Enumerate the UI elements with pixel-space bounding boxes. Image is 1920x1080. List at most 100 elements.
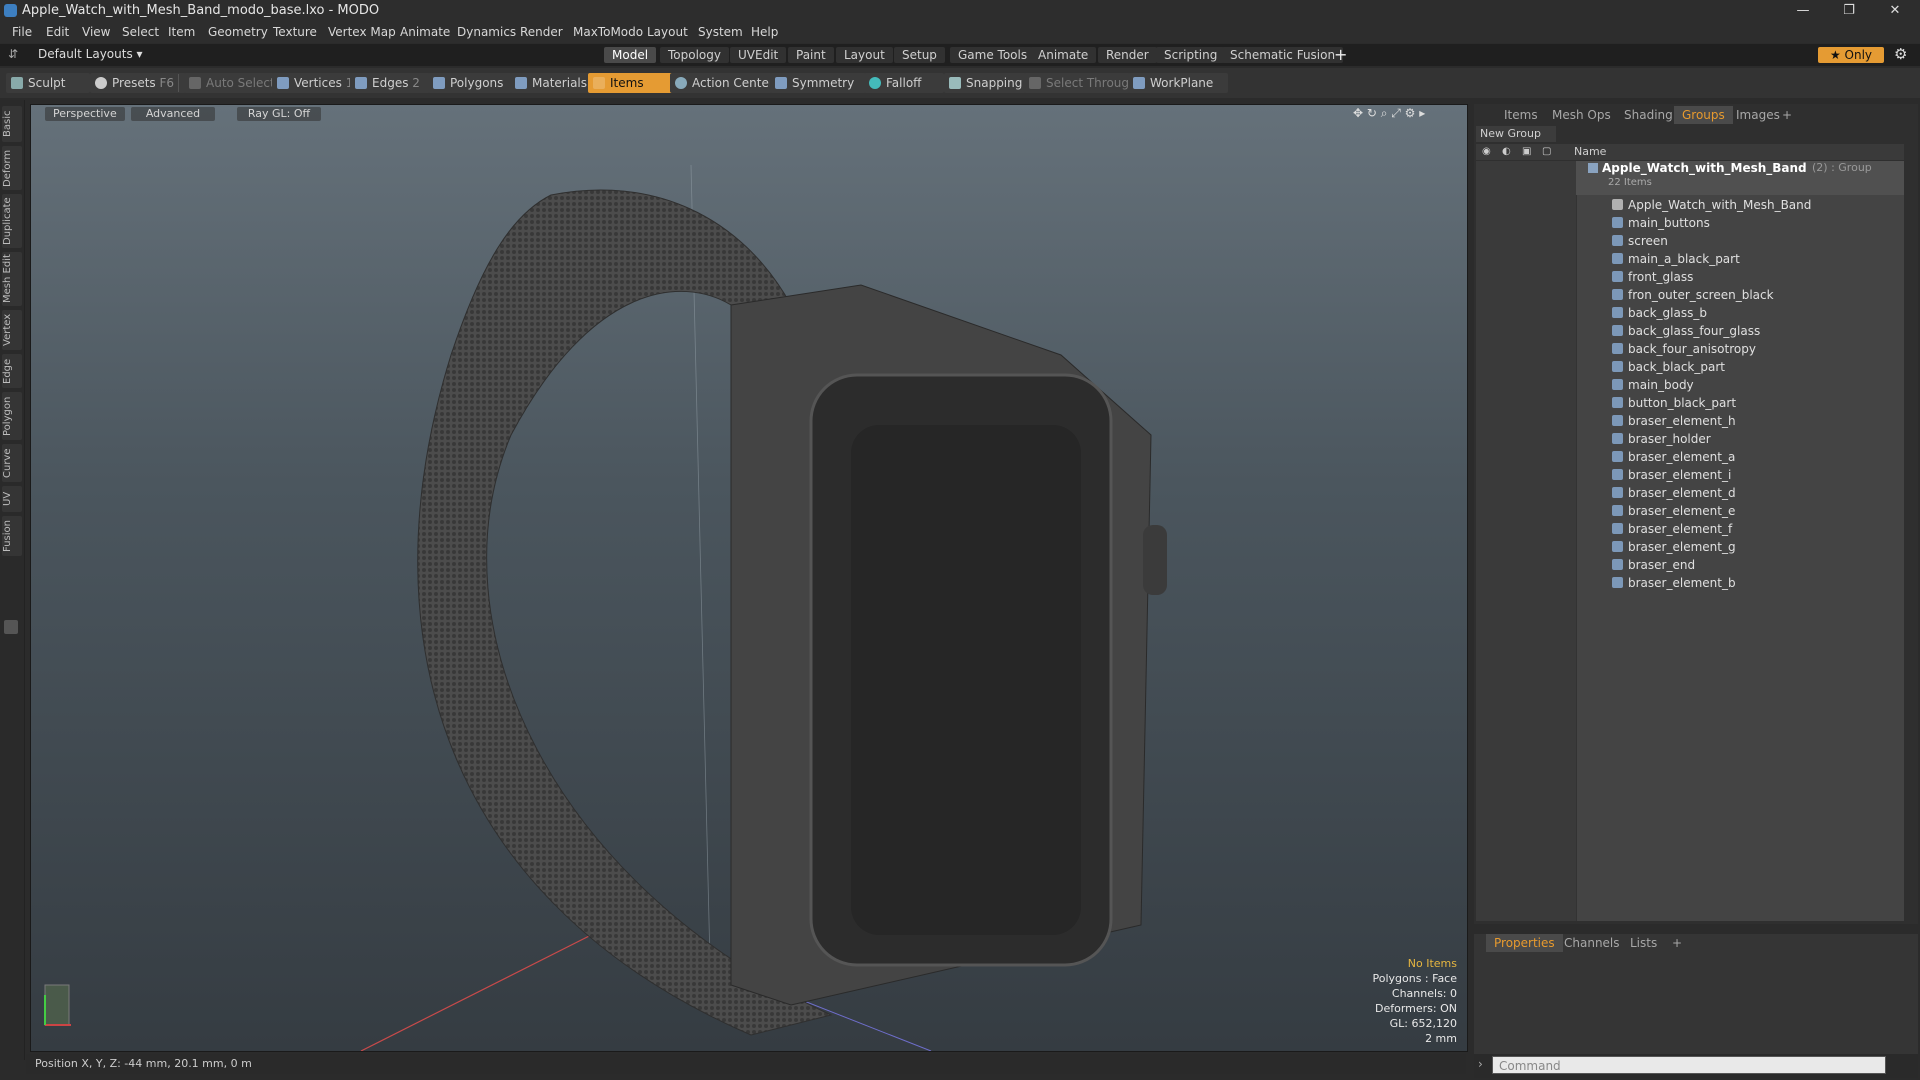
- list-item[interactable]: braser_element_b: [1612, 574, 1736, 592]
- lock-icon[interactable]: ▣: [1522, 146, 1531, 157]
- falloff-button[interactable]: Falloff: [864, 73, 944, 93]
- list-item[interactable]: braser_end: [1612, 556, 1695, 574]
- presets-button[interactable]: Presets F6: [90, 73, 190, 93]
- list-item[interactable]: Apple_Watch_with_Mesh_Band: [1612, 196, 1811, 214]
- menu-render[interactable]: Render: [520, 25, 563, 39]
- list-item[interactable]: back_four_anisotropy: [1612, 340, 1756, 358]
- list-item[interactable]: braser_holder: [1612, 430, 1711, 448]
- list-item[interactable]: braser_element_h: [1612, 412, 1736, 430]
- minimize-button[interactable]: —: [1780, 0, 1826, 22]
- add-tab-button[interactable]: +: [1774, 106, 1800, 124]
- tab-properties[interactable]: Properties: [1486, 934, 1563, 952]
- tab-uvedit[interactable]: UVEdit: [730, 47, 787, 63]
- tab-render[interactable]: Render: [1098, 47, 1157, 63]
- menu-animate[interactable]: Animate: [400, 25, 450, 39]
- tab-polygon[interactable]: Polygon: [2, 392, 22, 440]
- menu-view[interactable]: View: [82, 25, 110, 39]
- tab-groups[interactable]: Groups: [1674, 106, 1733, 124]
- close-button[interactable]: ✕: [1872, 0, 1918, 22]
- menu-system[interactable]: System: [698, 25, 743, 39]
- menu-help[interactable]: Help: [751, 25, 778, 39]
- list-item[interactable]: button_black_part: [1612, 394, 1736, 412]
- list-item[interactable]: fron_outer_screen_black: [1612, 286, 1774, 304]
- render-icon[interactable]: ◐: [1502, 146, 1511, 157]
- menu-geometry[interactable]: Geometry: [208, 25, 268, 39]
- menu-dynamics[interactable]: Dynamics: [457, 25, 516, 39]
- tab-animate[interactable]: Animate: [1030, 47, 1097, 63]
- symmetry-button[interactable]: Symmetry: [770, 73, 872, 93]
- list-item[interactable]: braser_element_f: [1612, 520, 1732, 538]
- tab-curve[interactable]: Curve: [2, 444, 22, 482]
- tab-vertex[interactable]: Vertex: [2, 310, 22, 350]
- layout-arrows-icon[interactable]: ⇵: [8, 47, 18, 61]
- tab-shading[interactable]: Shading: [1616, 106, 1681, 124]
- list-item[interactable]: main_body: [1612, 376, 1694, 394]
- list-item[interactable]: braser_element_d: [1612, 484, 1736, 502]
- new-group-button[interactable]: New Group: [1476, 126, 1556, 142]
- visibility-eye-icon[interactable]: ◉: [1482, 146, 1491, 157]
- list-item[interactable]: braser_element_i: [1612, 466, 1731, 484]
- tab-edge[interactable]: Edge: [2, 354, 22, 388]
- group-list[interactable]: Apple_Watch_with_Mesh_Band (2) : Group 2…: [1476, 161, 1904, 921]
- list-item[interactable]: braser_element_g: [1612, 538, 1736, 556]
- command-input[interactable]: Command: [1492, 1056, 1886, 1074]
- tab-deform[interactable]: Deform: [2, 146, 22, 190]
- list-item[interactable]: front_glass: [1612, 268, 1693, 286]
- tab-uv[interactable]: UV: [2, 486, 22, 512]
- tab-basic[interactable]: Basic: [2, 106, 22, 142]
- x-axis-line: [360, 924, 612, 1051]
- menu-texture[interactable]: Texture: [273, 25, 317, 39]
- menu-select[interactable]: Select: [122, 25, 159, 39]
- menu-edit[interactable]: Edit: [46, 25, 69, 39]
- tab-fusion[interactable]: Fusion: [2, 516, 22, 556]
- tab-game-tools[interactable]: Game Tools: [950, 47, 1036, 63]
- list-item[interactable]: main_a_black_part: [1612, 250, 1740, 268]
- tab-mesh-ops[interactable]: Mesh Ops: [1544, 106, 1619, 124]
- tab-setup[interactable]: Setup: [894, 47, 945, 63]
- only-toggle[interactable]: ★ Only: [1818, 47, 1884, 63]
- tab-lists[interactable]: Lists: [1622, 934, 1665, 952]
- restore-button[interactable]: ❐: [1826, 0, 1872, 22]
- 3d-viewport[interactable]: Perspective Advanced Ray GL: Off ✥ ↻ ⌕ ⤢…: [30, 104, 1468, 1052]
- tab-topology[interactable]: Topology: [660, 47, 729, 63]
- falloff-icon: [869, 77, 881, 89]
- tab-channels[interactable]: Channels: [1556, 934, 1628, 952]
- list-item[interactable]: main_buttons: [1612, 214, 1710, 232]
- tab-scripting[interactable]: Scripting: [1156, 47, 1226, 63]
- tab-layout[interactable]: Layout: [836, 47, 893, 63]
- items-button[interactable]: Items: [588, 73, 676, 93]
- edges-button[interactable]: Edges 2: [350, 73, 430, 93]
- snapping-button[interactable]: Snapping: [944, 73, 1036, 93]
- sculpt-button[interactable]: Sculpt: [6, 73, 90, 93]
- list-item[interactable]: back_glass_four_glass: [1612, 322, 1760, 340]
- list-item[interactable]: braser_element_e: [1612, 502, 1735, 520]
- palette-toggle-icon[interactable]: [4, 620, 18, 634]
- column-name-header[interactable]: Name: [1574, 145, 1606, 158]
- list-item[interactable]: braser_element_a: [1612, 448, 1735, 466]
- auto-select-button[interactable]: Auto Select: [184, 73, 282, 93]
- tab-mesh-edit[interactable]: Mesh Edit: [2, 252, 22, 306]
- mesh-icon: [1612, 325, 1623, 336]
- list-item[interactable]: back_black_part: [1612, 358, 1725, 376]
- mesh-icon: [1612, 289, 1623, 300]
- workplane-button[interactable]: WorkPlane: [1128, 73, 1228, 93]
- group-row[interactable]: Apple_Watch_with_Mesh_Band (2) : Group 2…: [1576, 161, 1904, 195]
- menu-layout[interactable]: Layout: [647, 25, 688, 39]
- layout-selector[interactable]: Default Layouts ▾: [38, 47, 143, 61]
- settings-gear-icon[interactable]: ⚙: [1894, 45, 1907, 63]
- select-icon[interactable]: ▢: [1542, 146, 1551, 157]
- menu-maxtomodo[interactable]: MaxToModo: [573, 25, 643, 39]
- tab-paint[interactable]: Paint: [788, 47, 834, 63]
- add-properties-tab-button[interactable]: +: [1664, 934, 1690, 952]
- menu-item[interactable]: Item: [168, 25, 195, 39]
- list-item[interactable]: back_glass_b: [1612, 304, 1707, 322]
- vertices-button[interactable]: Vertices 1: [272, 73, 362, 93]
- add-layout-button[interactable]: +: [1334, 45, 1347, 64]
- menu-vertex-map[interactable]: Vertex Map: [328, 25, 396, 39]
- tab-duplicate[interactable]: Duplicate: [2, 194, 22, 248]
- tab-items[interactable]: Items: [1496, 106, 1546, 124]
- menu-file[interactable]: File: [12, 25, 32, 39]
- list-item[interactable]: screen: [1612, 232, 1668, 250]
- tab-model[interactable]: Model: [604, 47, 657, 63]
- tab-schematic-fusion[interactable]: Schematic Fusion: [1222, 47, 1344, 63]
